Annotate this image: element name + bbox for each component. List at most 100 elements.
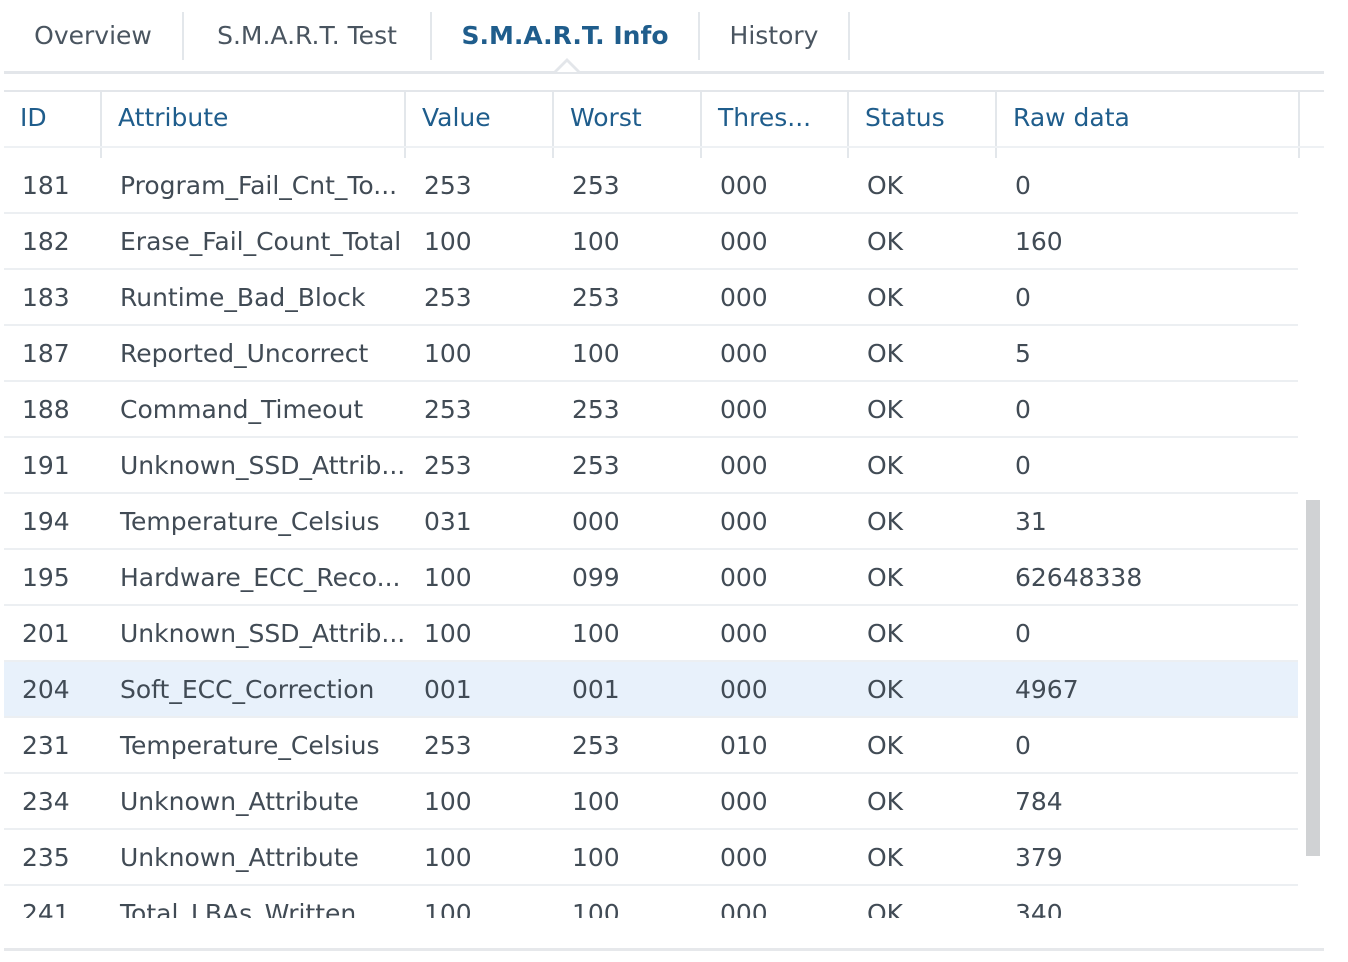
cell-threshold: 000 [720, 563, 768, 592]
tab-smart-test[interactable]: S.M.A.R.T. Test [184, 12, 430, 60]
cell-id: 234 [22, 787, 70, 816]
cell-threshold: 000 [720, 171, 768, 200]
column-divider[interactable] [100, 92, 102, 158]
cell-attribute: Program_Fail_Cnt_To... [120, 171, 398, 200]
column-header-worst[interactable]: Worst [554, 92, 702, 148]
grid-bottom-border [4, 948, 1324, 951]
table-row[interactable]: 183 Runtime_Bad_Block 253 253 000 OK 0 [4, 270, 1298, 326]
cell-worst: 100 [572, 843, 620, 872]
column-divider[interactable] [1298, 92, 1300, 158]
cell-status: OK [867, 507, 904, 536]
column-divider[interactable] [847, 92, 849, 158]
cell-threshold: 000 [720, 283, 768, 312]
cell-attribute: Reported_Uncorrect [120, 339, 369, 368]
table-row[interactable]: 235 Unknown_Attribute 100 100 000 OK 379 [4, 830, 1298, 886]
cell-id: 231 [22, 731, 70, 760]
cell-attribute: Total_LBAs_Written [120, 899, 357, 918]
cell-worst: 253 [572, 171, 620, 200]
cell-raw-data: 5 [1015, 339, 1031, 368]
table-row[interactable]: 241 Total_LBAs_Written 100 100 000 OK 340 [4, 886, 1298, 918]
cell-raw-data: 4967 [1015, 675, 1079, 704]
cell-status: OK [867, 339, 904, 368]
cell-value: 001 [424, 675, 472, 704]
cell-id: 188 [22, 395, 70, 424]
cell-status: OK [867, 563, 904, 592]
cell-worst: 100 [572, 619, 620, 648]
cell-worst: 000 [572, 507, 620, 536]
active-tab-indicator-fill [557, 62, 577, 72]
cell-threshold: 000 [720, 619, 768, 648]
table-row[interactable]: 194 Temperature_Celsius 031 000 000 OK 31 [4, 494, 1298, 550]
cell-value: 253 [424, 283, 472, 312]
cell-id: 204 [22, 675, 70, 704]
tab-smart-info[interactable]: S.M.A.R.T. Info [432, 12, 698, 60]
cell-raw-data: 379 [1015, 843, 1063, 872]
cell-raw-data: 340 [1015, 899, 1063, 918]
cell-value: 253 [424, 731, 472, 760]
cell-raw-data: 0 [1015, 731, 1031, 760]
cell-threshold: 000 [720, 899, 768, 918]
cell-attribute: Hardware_ECC_Reco... [120, 563, 401, 592]
cell-raw-data: 0 [1015, 395, 1031, 424]
table-row[interactable]: 201 Unknown_SSD_Attrib... 100 100 000 OK 0 [4, 606, 1298, 662]
cell-value: 100 [424, 619, 472, 648]
cell-threshold: 000 [720, 395, 768, 424]
column-header-value[interactable]: Value [406, 92, 554, 148]
cell-worst: 100 [572, 339, 620, 368]
smart-info-grid: ID Attribute Value Worst Thres... Status Raw d… [4, 90, 1324, 951]
column-divider[interactable] [700, 92, 702, 158]
tab-overview[interactable]: Overview [4, 12, 182, 60]
column-divider[interactable] [995, 92, 997, 158]
cell-worst: 100 [572, 787, 620, 816]
cell-raw-data: 160 [1015, 227, 1063, 256]
column-header-attribute[interactable]: Attribute [102, 92, 406, 148]
column-header-id[interactable]: ID [4, 92, 102, 148]
cell-raw-data: 0 [1015, 619, 1031, 648]
cell-threshold: 000 [720, 339, 768, 368]
table-row[interactable]: 182 Erase_Fail_Count_Total 100 100 000 OK 160 [4, 214, 1298, 270]
cell-value: 100 [424, 339, 472, 368]
cell-value: 253 [424, 171, 472, 200]
column-divider[interactable] [552, 92, 554, 158]
cell-id: 194 [22, 507, 70, 536]
cell-status: OK [867, 283, 904, 312]
scrollbar-thumb[interactable] [1306, 500, 1320, 856]
column-divider[interactable] [404, 92, 406, 158]
cell-id: 182 [22, 227, 70, 256]
tab-history[interactable]: History [700, 12, 848, 60]
table-row[interactable]: 187 Reported_Uncorrect 100 100 000 OK 5 [4, 326, 1298, 382]
cell-raw-data: 0 [1015, 171, 1031, 200]
table-row[interactable]: 204 Soft_ECC_Correction 001 001 000 OK 4967 [4, 662, 1298, 718]
cell-threshold: 000 [720, 675, 768, 704]
tab-bar: Overview S.M.A.R.T. Test S.M.A.R.T. Info… [4, 0, 1324, 74]
cell-raw-data: 31 [1015, 507, 1047, 536]
table-row[interactable]: 195 Hardware_ECC_Reco... 100 099 000 OK 626483… [4, 550, 1298, 606]
grid-header: ID Attribute Value Worst Thres... Status Raw d… [4, 92, 1324, 158]
column-header-raw-data[interactable]: Raw data [997, 92, 1298, 148]
cell-value: 100 [424, 787, 472, 816]
cell-attribute: Unknown_Attribute [120, 787, 359, 816]
cell-status: OK [867, 731, 904, 760]
cell-attribute: Temperature_Celsius [120, 731, 380, 760]
cell-raw-data: 62648338 [1015, 563, 1143, 592]
cell-worst: 099 [572, 563, 620, 592]
cell-threshold: 000 [720, 451, 768, 480]
table-row[interactable]: 188 Command_Timeout 253 253 000 OK 0 [4, 382, 1298, 438]
table-row[interactable]: 181 Program_Fail_Cnt_To... 253 253 000 OK 0 [4, 158, 1298, 214]
cell-worst: 253 [572, 283, 620, 312]
table-row[interactable]: 234 Unknown_Attribute 100 100 000 OK 784 [4, 774, 1298, 830]
column-header-status[interactable]: Status [849, 92, 997, 148]
cell-value: 100 [424, 843, 472, 872]
grid-body[interactable]: 181 Program_Fail_Cnt_To... 253 253 000 OK 0 182… [4, 158, 1298, 918]
cell-threshold: 000 [720, 507, 768, 536]
table-row[interactable]: 231 Temperature_Celsius 253 253 010 OK 0 [4, 718, 1298, 774]
cell-worst: 253 [572, 451, 620, 480]
cell-raw-data: 0 [1015, 283, 1031, 312]
column-header-threshold[interactable]: Thres... [702, 92, 849, 148]
cell-worst: 100 [572, 227, 620, 256]
table-row[interactable]: 191 Unknown_SSD_Attrib... 253 253 000 OK 0 [4, 438, 1298, 494]
cell-attribute: Unknown_SSD_Attrib... [120, 619, 406, 648]
cell-attribute: Unknown_Attribute [120, 843, 359, 872]
cell-id: 191 [22, 451, 70, 480]
cell-id: 187 [22, 339, 70, 368]
